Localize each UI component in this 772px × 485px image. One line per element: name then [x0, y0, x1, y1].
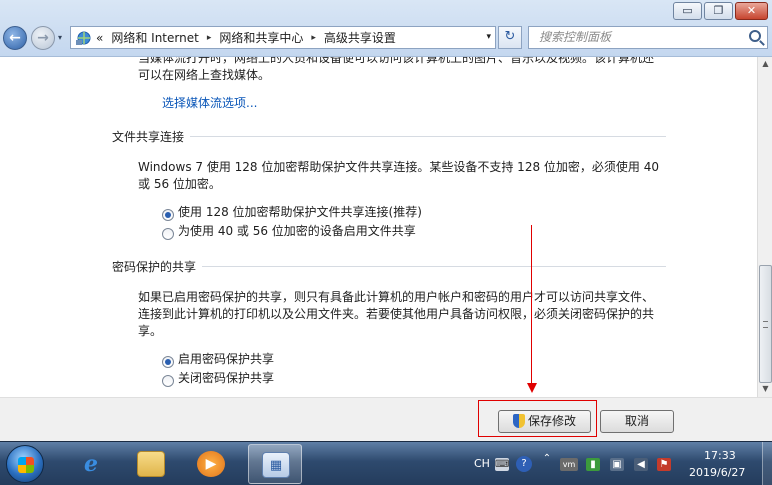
taskbar-media-player[interactable]: ▶: [184, 444, 238, 484]
address-bar[interactable]: « 网络和 Internet ▸ 网络和共享中心 ▸ 高级共享设置 ▾: [70, 26, 496, 49]
taskbar-windows-explorer[interactable]: [124, 444, 178, 484]
annotation-arrow-line: [531, 225, 532, 385]
display-icon[interactable]: ▣: [610, 458, 624, 471]
language-indicator[interactable]: CH: [474, 457, 490, 470]
scroll-grip: [763, 321, 768, 328]
file-sharing-description-cont: 或 56 位加密。: [138, 177, 221, 191]
password-sharing-on-radio[interactable]: [162, 356, 174, 368]
media-stream-options-link[interactable]: 选择媒体流选项...: [162, 95, 257, 112]
dialog-button-bar: 保存修改 取消: [0, 397, 772, 441]
search-placeholder: 搜索控制面板: [539, 30, 612, 44]
encryption-128-label[interactable]: 使用 128 位加密帮助保护文件共享连接(推荐): [178, 204, 422, 221]
internet-explorer-icon: e: [84, 451, 98, 477]
section-divider: [112, 136, 666, 137]
address-dropdown-icon[interactable]: ▾: [486, 32, 491, 42]
scroll-down-button[interactable]: ▼: [760, 384, 771, 396]
network-status-icon[interactable]: ▮: [586, 458, 600, 471]
breadcrumb-network-sharing-center[interactable]: 网络和共享中心: [219, 29, 303, 46]
password-sharing-description: 如果已启用密码保护的共享，则只有具备此计算机的用户帐户和密码的用户才可以访问共享…: [138, 290, 655, 304]
help-icon[interactable]: ?: [516, 456, 532, 472]
folder-icon: [137, 451, 165, 477]
action-center-flag-icon[interactable]: ⚑: [657, 458, 671, 471]
password-sharing-section-title: 密码保护的共享: [112, 258, 203, 275]
network-icon: [75, 30, 93, 46]
file-sharing-section-title: 文件共享连接: [112, 128, 191, 145]
vertical-scrollbar[interactable]: ▲ ▼: [757, 57, 772, 397]
clock-date[interactable]: 2019/6/27: [689, 466, 745, 479]
taskbar-internet-explorer[interactable]: e: [64, 444, 118, 484]
search-input[interactable]: 搜索控制面板: [528, 26, 768, 49]
password-sharing-on-label[interactable]: 启用密码保护共享: [178, 351, 274, 368]
password-sharing-description-end: 享。: [138, 324, 163, 338]
keyboard-icon[interactable]: ⌨: [495, 458, 509, 471]
maximize-button[interactable]: ❐: [704, 2, 733, 20]
encryption-40-56-radio[interactable]: [162, 228, 174, 240]
encryption-128-radio[interactable]: [162, 209, 174, 221]
window-controls: ▭ ❐ ✕: [673, 2, 768, 20]
media-stream-description-cont: 可以在网络上查找媒体。: [138, 68, 271, 82]
close-button[interactable]: ✕: [735, 2, 768, 20]
scroll-up-button[interactable]: ▲: [760, 59, 771, 71]
refresh-button[interactable]: ↻: [498, 26, 522, 49]
volume-muted-icon[interactable]: ◀: [634, 458, 648, 471]
start-button[interactable]: [6, 445, 44, 483]
media-stream-description: 当媒体流打开时，网络上的人员和设备便可以访问该计算机上的图片、音乐以及视频。该计…: [138, 57, 655, 65]
breadcrumb-separator[interactable]: ▸: [311, 33, 316, 43]
cancel-button[interactable]: 取消: [600, 410, 674, 433]
media-player-icon: ▶: [197, 451, 225, 477]
taskbar-control-panel[interactable]: ▦: [248, 444, 302, 484]
scroll-thumb[interactable]: [759, 265, 772, 383]
minimize-button[interactable]: ▭: [673, 2, 702, 20]
encryption-40-56-label[interactable]: 为使用 40 或 56 位加密的设备启用文件共享: [178, 223, 416, 240]
breadcrumb-separator[interactable]: ▸: [207, 33, 212, 43]
recent-pages-dropdown[interactable]: ▾: [58, 33, 62, 42]
password-sharing-off-radio[interactable]: [162, 375, 174, 387]
taskbar: e ▶ ▦ CH ⌨ ? ⌃ vm ▮ ▣ ◀ ⚑ 17:33 2019/6/2…: [0, 441, 772, 485]
password-sharing-off-label[interactable]: 关闭密码保护共享: [178, 370, 274, 387]
search-icon[interactable]: [749, 30, 761, 42]
vmware-tools-icon[interactable]: vm: [560, 458, 578, 471]
password-sharing-description-cont: 连接到此计算机的打印机以及公用文件夹。若要使其他用户具备访问权限，必须关闭密码保…: [138, 307, 655, 321]
back-button[interactable]: ←: [3, 26, 27, 50]
show-desktop-button[interactable]: [762, 442, 772, 485]
window-titlebar: ▭ ❐ ✕ ← → ▾ « 网络和 Internet ▸ 网络和共享中心 ▸ 高…: [0, 0, 772, 57]
clock-time[interactable]: 17:33: [704, 449, 736, 462]
breadcrumb-advanced-sharing[interactable]: 高级共享设置: [324, 29, 396, 46]
address-overflow[interactable]: «: [96, 31, 103, 45]
advanced-sharing-settings-panel: 当媒体流打开时，网络上的人员和设备便可以访问该计算机上的图片、音乐以及视频。该计…: [0, 57, 757, 397]
annotation-highlight-box: [478, 400, 597, 437]
file-sharing-description: Windows 7 使用 128 位加密帮助保护文件共享连接。某些设备不支持 1…: [138, 160, 659, 174]
ime-pin-icon[interactable]: ⌃: [540, 452, 554, 465]
forward-button[interactable]: →: [31, 26, 55, 50]
annotation-arrow-head: [527, 383, 537, 393]
breadcrumb-network-internet[interactable]: 网络和 Internet: [111, 29, 198, 46]
control-panel-icon: ▦: [262, 452, 290, 478]
